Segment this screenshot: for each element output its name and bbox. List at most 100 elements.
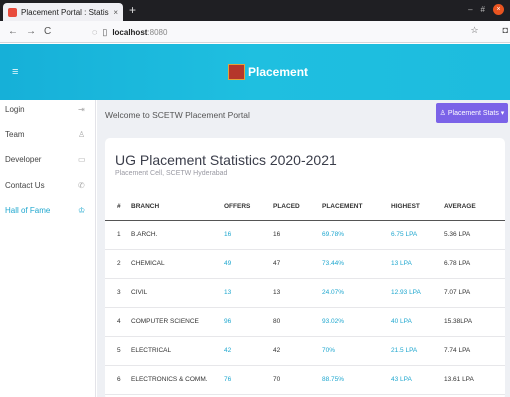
cell-branch: CIVIL (131, 289, 148, 296)
favicon-icon (8, 7, 17, 17)
sidebar-item-label: Login (5, 104, 25, 114)
cell-highest: 12.93 LPA (391, 289, 421, 296)
cell-branch: ELECTRONICS & COMM. (131, 376, 208, 383)
sidebar-item-label: Developer (5, 154, 42, 164)
cell-highest: 43 LPA (391, 376, 412, 383)
cell-placed: 80 (273, 318, 281, 325)
app-header: ≡ Placement (0, 44, 510, 100)
cell-placed: 13 (273, 289, 281, 296)
cell-offers: 96 (224, 318, 232, 325)
sidebar-item-label: Contact Us (5, 180, 45, 190)
column-header-number: # (117, 203, 121, 211)
url-bar[interactable]: ◌ ▯ localhost:8080 ☆ ◘ (92, 24, 508, 40)
sidebar-item-login[interactable]: Login ⇥ (0, 101, 96, 117)
column-header-placement: PLACEMENT (322, 203, 363, 211)
cell-number: 5 (117, 347, 121, 354)
crown-icon: ♔ (78, 205, 86, 215)
cell-placed: 42 (273, 347, 281, 354)
browser-tabbar: Placement Portal : Statis × + – # × (0, 0, 510, 21)
cell-highest: 21.5 LPA (391, 347, 418, 354)
sidebar-item-label: Hall of Fame (5, 205, 51, 215)
cell-number: 3 (117, 289, 121, 296)
phone-icon: ✆ (78, 180, 85, 190)
cell-number: 4 (117, 318, 121, 325)
cell-average: 6.78 LPA (444, 260, 471, 267)
cell-offers: 13 (224, 289, 232, 296)
cell-branch: ELECTRICAL (131, 347, 172, 354)
column-header-average: AVERAGE (444, 203, 476, 211)
placement-stats-button[interactable]: ♙ Placement Stats ▾ (436, 103, 508, 123)
card-subtitle: Placement Cell, SCETW Hyderabad (115, 170, 228, 177)
sidebar-item-developer[interactable]: Developer ▭ (0, 151, 96, 167)
sidebar-item-team[interactable]: Team ♙ (0, 126, 96, 142)
cell-branch: COMPUTER SCIENCE (131, 318, 199, 325)
forward-icon[interactable]: → (26, 26, 36, 37)
statistics-card: UG Placement Statistics 2020-2021 Placem… (105, 138, 505, 397)
card-title: UG Placement Statistics 2020-2021 (115, 152, 337, 168)
shield-icon: ◌ (92, 27, 98, 37)
hamburger-menu-icon[interactable]: ≡ (12, 66, 18, 78)
close-window-icon[interactable]: × (493, 4, 504, 15)
cell-number: 1 (117, 231, 121, 238)
cell-placement: 69.78% (322, 231, 345, 238)
pocket-icon[interactable]: ◘ (503, 25, 508, 36)
placement-table: # BRANCH OFFERS PLACED PLACEMENT HIGHEST… (105, 194, 505, 395)
sidebar-item-label: Team (5, 129, 25, 139)
tab-close-icon[interactable]: × (113, 8, 118, 17)
back-icon[interactable]: ← (8, 26, 18, 37)
url-host: localhost (112, 27, 148, 37)
brand-title: Placement (248, 65, 309, 79)
url-port: :8080 (147, 27, 168, 37)
cell-offers: 49 (224, 260, 232, 267)
cell-offers: 42 (224, 347, 232, 354)
cell-number: 6 (117, 376, 121, 383)
cell-average: 15.38LPA (444, 318, 473, 325)
cell-offers: 76 (224, 376, 232, 383)
url-bar-actions: ☆ ◘ (470, 25, 508, 36)
browser-tab[interactable]: Placement Portal : Statis × (3, 3, 123, 21)
cell-placed: 16 (273, 231, 281, 238)
cell-average: 5.36 LPA (444, 231, 471, 238)
cell-average: 7.74 LPA (444, 347, 471, 354)
sidebar: Login ⇥ Team ♙ Developer ▭ Contact Us ✆ … (0, 100, 96, 397)
table-row: 6 ELECTRONICS & COMM. 76 70 88.75% 43 LP… (105, 365, 505, 394)
cell-offers: 16 (224, 231, 232, 238)
cell-number: 2 (117, 260, 121, 267)
main-content: Welcome to SCETW Placement Portal ♙ Plac… (97, 100, 510, 397)
welcome-text: Welcome to SCETW Placement Portal (105, 110, 250, 120)
college-logo-icon (228, 64, 245, 80)
cell-placement: 93.02% (322, 318, 345, 325)
url-text[interactable]: localhost:8080 (112, 28, 167, 37)
cell-placement: 88.75% (322, 376, 345, 383)
reload-icon[interactable]: C (44, 26, 51, 37)
login-icon: ⇥ (78, 104, 85, 114)
cell-highest: 13 LPA (391, 260, 412, 267)
cell-placed: 70 (273, 376, 281, 383)
bookmark-star-icon[interactable]: ☆ (470, 25, 478, 36)
table-row: 2 CHEMICAL 49 47 73.44% 13 LPA 6.78 LPA (105, 249, 505, 278)
table-row: 4 COMPUTER SCIENCE 96 80 93.02% 40 LPA 1… (105, 307, 505, 336)
sidebar-item-hall-of-fame[interactable]: Hall of Fame ♔ (0, 202, 96, 218)
tab-title: Placement Portal : Statis (21, 7, 109, 17)
page-icon: ▯ (102, 26, 108, 37)
table-row: 5 ELECTRICAL 42 42 70% 21.5 LPA 7.74 LPA (105, 336, 505, 365)
column-header-offers: OFFERS (224, 203, 251, 211)
maximize-icon[interactable]: # (481, 5, 485, 14)
new-tab-button[interactable]: + (129, 3, 136, 17)
column-header-branch: BRANCH (131, 203, 160, 211)
window-controls: – # × (468, 4, 504, 15)
user-icon: ♙ (78, 129, 86, 139)
cell-highest: 6.75 LPA (391, 231, 418, 238)
sidebar-item-contact-us[interactable]: Contact Us ✆ (0, 177, 96, 193)
cell-average: 13.61 LPA (444, 376, 474, 383)
cell-branch: CHEMICAL (131, 260, 165, 267)
cell-placement: 24.07% (322, 289, 345, 296)
cell-placement: 70% (322, 347, 336, 354)
cell-highest: 40 LPA (391, 318, 412, 325)
brand[interactable]: Placement (228, 64, 308, 80)
table-row: 1 B.ARCH. 16 16 69.78% 6.75 LPA 5.36 LPA (105, 220, 505, 249)
column-header-placed: PLACED (273, 203, 300, 211)
minimize-icon[interactable]: – (468, 5, 472, 14)
browser-navbar: ← → C ◌ ▯ localhost:8080 ☆ ◘ (0, 21, 510, 43)
table-header-row: # BRANCH OFFERS PLACED PLACEMENT HIGHEST… (105, 194, 505, 220)
